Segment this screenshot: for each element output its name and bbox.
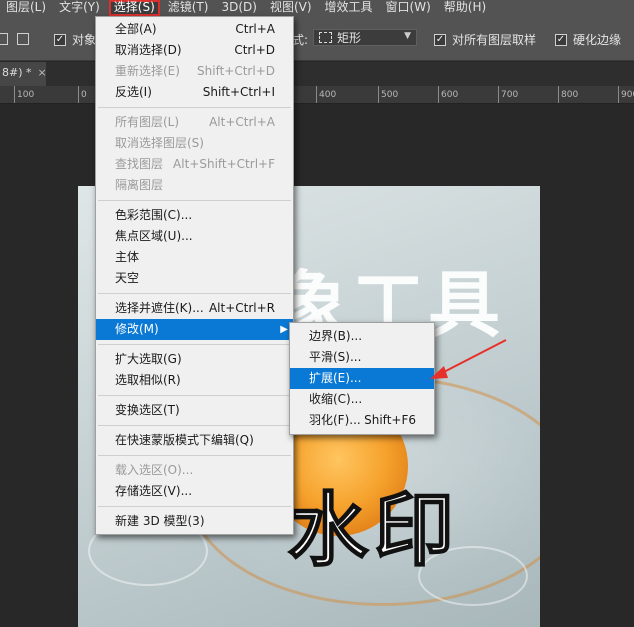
- ruler-label: 500: [381, 90, 399, 100]
- document-tab-title: 8#) *: [2, 66, 32, 79]
- mode-value: 矩形: [337, 31, 362, 45]
- menu-select[interactable]: 选择(S): [108, 0, 160, 16]
- menu-item-select-and-mask[interactable]: 选择并遮住(K)... Alt+Ctrl+R: [96, 298, 293, 319]
- menu-item-find-layers: 查找图层 Alt+Shift+Ctrl+F: [115, 157, 275, 171]
- menu-item-similar[interactable]: 选取相似(R): [96, 370, 293, 391]
- chevron-down-icon: ▼: [404, 31, 411, 41]
- menu-view[interactable]: 视图(V): [264, 0, 319, 16]
- menu-item-sky[interactable]: 天空: [96, 268, 293, 289]
- sample-all-layers-label: 对所有图层取样: [452, 33, 537, 47]
- watermark-text-selected: 水印: [287, 483, 460, 578]
- submenu-arrow-icon: ▶: [280, 324, 288, 335]
- submenu-item-expand[interactable]: 扩展(E)...: [290, 368, 434, 389]
- ruler-label: 0: [81, 90, 87, 100]
- ruler-label: 600: [441, 90, 459, 100]
- menu-separator: [98, 107, 291, 108]
- menu-item-select-all[interactable]: 全部(A) Ctrl+A: [96, 19, 293, 40]
- auto-select-label: 对象: [72, 33, 97, 47]
- menu-item-grow[interactable]: 扩大选取(G): [96, 349, 293, 370]
- ruler-label: 100: [17, 90, 35, 100]
- hard-edge-option[interactable]: ✓ 硬化边缘: [555, 31, 621, 48]
- menu-item-save-selection[interactable]: 存储选区(V)...: [96, 481, 293, 502]
- mode-label: 式:: [292, 33, 309, 47]
- menu-item-modify[interactable]: 修改(M) ▶: [96, 319, 293, 340]
- close-icon[interactable]: ×: [38, 66, 47, 79]
- menu-item-subject[interactable]: 主体: [96, 247, 293, 268]
- menu-filter[interactable]: 滤镜(T): [162, 0, 216, 16]
- menu-separator: [98, 455, 291, 456]
- menu-plugins[interactable]: 增效工具: [319, 0, 380, 16]
- auto-select-option[interactable]: ✓ 对象: [54, 31, 96, 48]
- menu-item-inverse[interactable]: 反选(I) Shift+Ctrl+I: [96, 82, 293, 103]
- menu-item-deselect[interactable]: 取消选择(D) Ctrl+D: [96, 40, 293, 61]
- document-tab[interactable]: 8#) * ×: [0, 62, 47, 86]
- hard-edge-checkbox[interactable]: ✓: [555, 33, 567, 46]
- menu-item-isolate-layers: 隔离图层: [115, 178, 164, 192]
- submenu-item-feather[interactable]: 羽化(F)... Shift+F6: [290, 410, 434, 431]
- modify-submenu: 边界(B)... 平滑(S)... 扩展(E)... 收缩(C)... 羽化(F…: [289, 322, 435, 435]
- mode-dropdown[interactable]: 矩形 ▼: [313, 29, 417, 46]
- auto-select-checkbox[interactable]: ✓: [54, 33, 66, 46]
- menu-item-all-layers: 所有图层(L) Alt+Ctrl+A: [115, 115, 275, 129]
- menu-separator: [98, 506, 291, 507]
- photoshop-window: 图层(L) 文字(Y) 选择(S) 滤镜(T) 3D(D) 视图(V) 增效工具…: [0, 0, 634, 627]
- menu-item-new-3d-model[interactable]: 新建 3D 模型(3): [96, 511, 293, 532]
- ruler-label: 900: [621, 90, 634, 100]
- ruler-label: 700: [501, 90, 519, 100]
- menu-item-focus-area[interactable]: 焦点区域(U)...: [96, 226, 293, 247]
- select-menu-dropdown: 全部(A) Ctrl+A 取消选择(D) Ctrl+D 重新选择(E) Shift+C…: [95, 16, 294, 535]
- hard-edge-label: 硬化边缘: [573, 33, 622, 47]
- sample-all-layers-checkbox[interactable]: ✓: [434, 33, 446, 46]
- menu-help[interactable]: 帮助(H): [438, 0, 493, 16]
- sample-all-layers-option[interactable]: ✓ 对所有图层取样: [434, 31, 536, 48]
- menu-3d[interactable]: 3D(D): [215, 0, 263, 16]
- menu-item-load-selection: 载入选区(O)...: [115, 463, 194, 477]
- menu-layer[interactable]: 图层(L): [0, 0, 53, 16]
- menu-separator: [98, 395, 291, 396]
- rectangle-marquee-icon: [319, 32, 332, 43]
- menu-separator: [98, 293, 291, 294]
- menu-separator: [98, 344, 291, 345]
- submenu-item-smooth[interactable]: 平滑(S)...: [290, 347, 434, 368]
- selection-tool-icon[interactable]: [0, 33, 8, 45]
- menu-window[interactable]: 窗口(W): [380, 0, 438, 16]
- ruler-label: 400: [319, 90, 337, 100]
- menu-separator: [98, 200, 291, 201]
- menu-separator: [98, 425, 291, 426]
- menu-item-reselect: 重新选择(E) Shift+Ctrl+D: [115, 64, 275, 78]
- menu-item-color-range[interactable]: 色彩范围(C)...: [96, 205, 293, 226]
- submenu-item-contract[interactable]: 收缩(C)...: [290, 389, 434, 410]
- menu-type[interactable]: 文字(Y): [53, 0, 107, 16]
- subtract-selection-icon[interactable]: [17, 33, 29, 45]
- menu-bar: 图层(L) 文字(Y) 选择(S) 滤镜(T) 3D(D) 视图(V) 增效工具…: [0, 0, 634, 16]
- menu-item-deselect-layers: 取消选择图层(S): [115, 136, 204, 150]
- submenu-item-border[interactable]: 边界(B)...: [290, 326, 434, 347]
- menu-item-transform-selection[interactable]: 变换选区(T): [96, 400, 293, 421]
- ruler-label: 800: [561, 90, 579, 100]
- menu-item-quick-mask[interactable]: 在快速蒙版模式下编辑(Q): [96, 430, 293, 451]
